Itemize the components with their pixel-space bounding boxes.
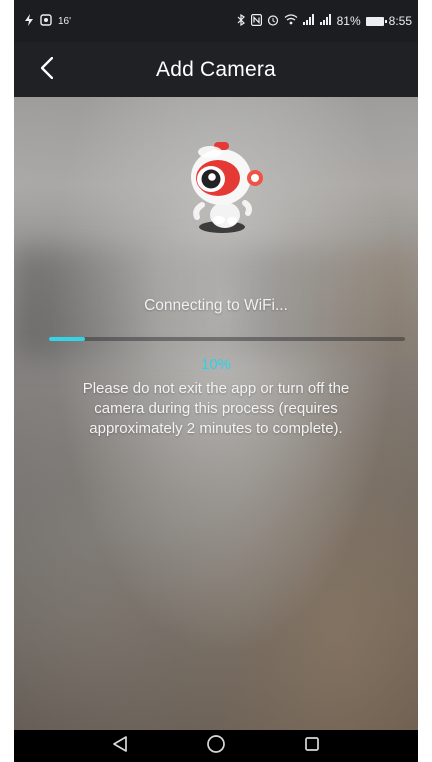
notification-icon bbox=[40, 13, 52, 29]
battery-percent: 81% bbox=[336, 14, 361, 28]
nav-recent-button[interactable] bbox=[298, 734, 326, 758]
nfc-icon bbox=[250, 13, 262, 29]
home-circle-icon bbox=[206, 734, 226, 759]
back-triangle-icon bbox=[110, 734, 130, 759]
bluetooth-icon bbox=[237, 13, 246, 29]
connecting-status: Connecting to WiFi... bbox=[144, 297, 288, 314]
status-left: 16' bbox=[24, 13, 72, 29]
nav-home-button[interactable] bbox=[202, 734, 230, 758]
status-right: 81% 8:55 bbox=[237, 13, 412, 29]
progress-track bbox=[49, 337, 405, 341]
page-title: Add Camera bbox=[156, 57, 276, 81]
signal-icon bbox=[302, 14, 315, 28]
nav-back-button[interactable] bbox=[106, 734, 134, 758]
process-notice: Please do not exit the app or turn off t… bbox=[82, 380, 350, 437]
status-bar: 16' 81% 8:55 bbox=[14, 0, 418, 42]
flash-icon bbox=[24, 13, 34, 29]
chevron-left-icon bbox=[40, 56, 54, 84]
android-nav-bar bbox=[14, 730, 418, 762]
main-content: Connecting to WiFi... 10% Please do not … bbox=[14, 97, 418, 730]
progress-fill bbox=[49, 337, 85, 341]
wifi-icon bbox=[284, 14, 298, 28]
back-button[interactable] bbox=[33, 55, 61, 85]
signal-icon bbox=[319, 14, 332, 28]
recent-square-icon bbox=[302, 734, 322, 759]
status-small-text: 16' bbox=[58, 15, 72, 27]
status-time: 8:55 bbox=[388, 14, 412, 28]
phone-screen: 16' 81% 8:55 Add Camera Connecting to Wi… bbox=[14, 0, 418, 762]
alarm-icon bbox=[267, 14, 279, 29]
robot-mascot-icon bbox=[184, 140, 264, 238]
app-header: Add Camera bbox=[14, 42, 418, 97]
progress-percent: 10% bbox=[200, 356, 232, 373]
battery-icon bbox=[365, 16, 387, 26]
